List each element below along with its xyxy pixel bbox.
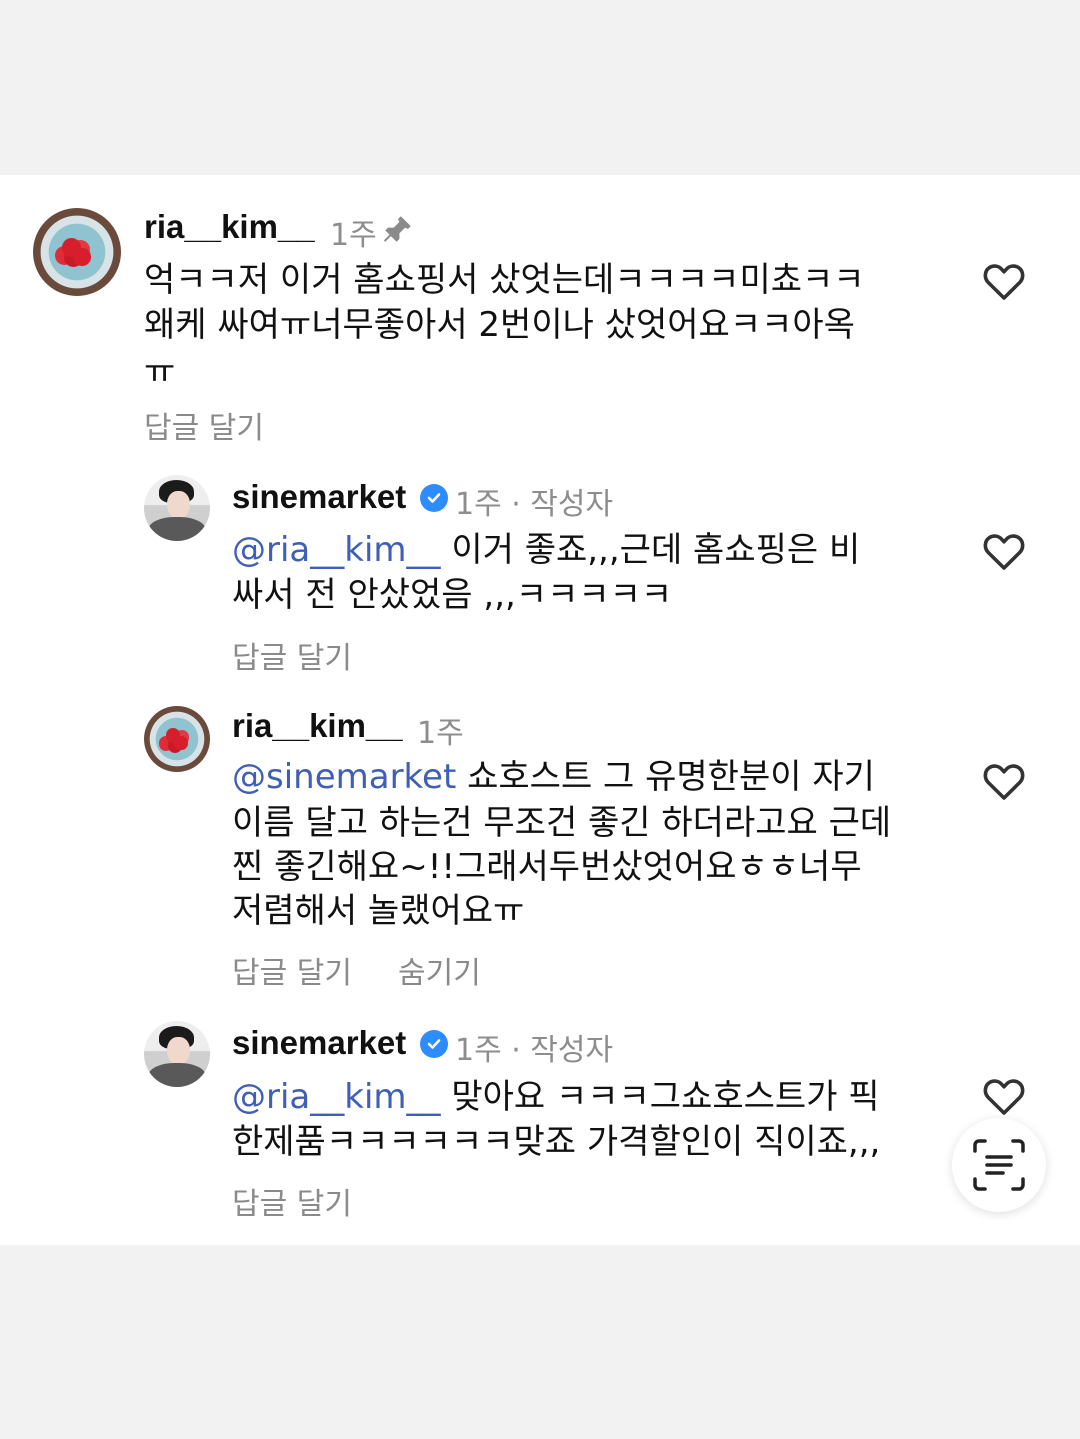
pin-icon <box>383 216 411 242</box>
comment-meta: 1주 · 작성자 <box>455 1033 614 1068</box>
comment-text: 맞아요 ㅋㅋㅋ그쇼호스트가 픽 <box>440 1077 880 1117</box>
text-scan-icon <box>973 1139 1025 1191</box>
comment-text-line: @ria__kim__ 이거 좋죠,,,근데 홈쇼핑은 비 <box>232 528 860 572</box>
comment-text-line: 한제품ㅋㅋㅋㅋㅋㅋ맞죠 가격할인이 직이죠,,, <box>232 1122 881 1162</box>
mention-link[interactable]: @sinemarket <box>232 757 456 797</box>
heart-icon[interactable] <box>980 257 1028 305</box>
avatar[interactable] <box>33 208 121 296</box>
comment-text-line: 왜케 싸여ㅠ너무좋아서 2번이나 샀엇어요ㅋㅋ아옥 <box>144 305 855 345</box>
heart-icon[interactable] <box>980 1072 1028 1120</box>
hide-button[interactable]: 숨기기 <box>398 948 481 992</box>
comment-text-line: 찐 좋긴해요~!!그래서두번샀엇어요ㅎㅎ너무 <box>232 847 862 887</box>
comment-text: 이거 좋죠,,,근데 홈쇼핑은 비 <box>440 530 861 570</box>
verified-badge-icon <box>420 1030 448 1058</box>
avatar[interactable] <box>144 1021 210 1087</box>
verified-badge-icon <box>420 484 448 512</box>
comment-meta: 1주 · 작성자 <box>455 487 614 522</box>
mention-link[interactable]: @ria__kim__ <box>232 1077 441 1117</box>
heart-icon[interactable] <box>980 527 1028 575</box>
comment-username[interactable]: ria__kim__ <box>144 208 315 246</box>
reply-button[interactable]: 답글 달기 <box>144 403 264 447</box>
comment-text: 쇼호스트 그 유명한분이 자기 <box>456 757 875 797</box>
mention-link[interactable]: @ria__kim__ <box>232 530 441 570</box>
comment-text-line: @ria__kim__ 맞아요 ㅋㅋㅋ그쇼호스트가 픽 <box>232 1075 880 1119</box>
avatar[interactable] <box>144 475 210 541</box>
reply-button[interactable]: 답글 달기 <box>232 633 352 677</box>
comments-screen: ria__kim__ 1주 억ㅋㅋ저 이거 홈쇼핑서 샀엇는데ㅋㅋㅋㅋ미쵸ㅋㅋ … <box>0 0 1080 1439</box>
comment-text-line: ㅠ <box>144 352 176 392</box>
heart-icon[interactable] <box>980 757 1028 805</box>
comment-text-line: 억ㅋㅋ저 이거 홈쇼핑서 샀엇는데ㅋㅋㅋㅋ미쵸ㅋㅋ <box>144 260 865 300</box>
comment-text-line: 싸서 전 안샀었음 ,,,ㅋㅋㅋㅋㅋ <box>232 575 673 615</box>
reply-button[interactable]: 답글 달기 <box>232 1179 352 1223</box>
comment-username[interactable]: ria__kim__ <box>232 707 403 745</box>
comment-text-line: @sinemarket 쇼호스트 그 유명한분이 자기 <box>232 755 875 799</box>
avatar[interactable] <box>144 706 210 772</box>
text-scan-button[interactable] <box>952 1118 1046 1212</box>
comment-username[interactable]: sinemarket <box>232 478 406 516</box>
comment-time: 1주 <box>330 218 377 253</box>
comment-username[interactable]: sinemarket <box>232 1024 406 1062</box>
comment-text-line: 이름 달고 하는건 무조건 좋긴 하더라고요 근데 <box>232 803 892 843</box>
comment-time: 1주 <box>417 716 464 751</box>
reply-button[interactable]: 답글 달기 <box>232 948 352 992</box>
comment-text-line: 저렴해서 놀랬어요ㅠ <box>232 891 525 931</box>
